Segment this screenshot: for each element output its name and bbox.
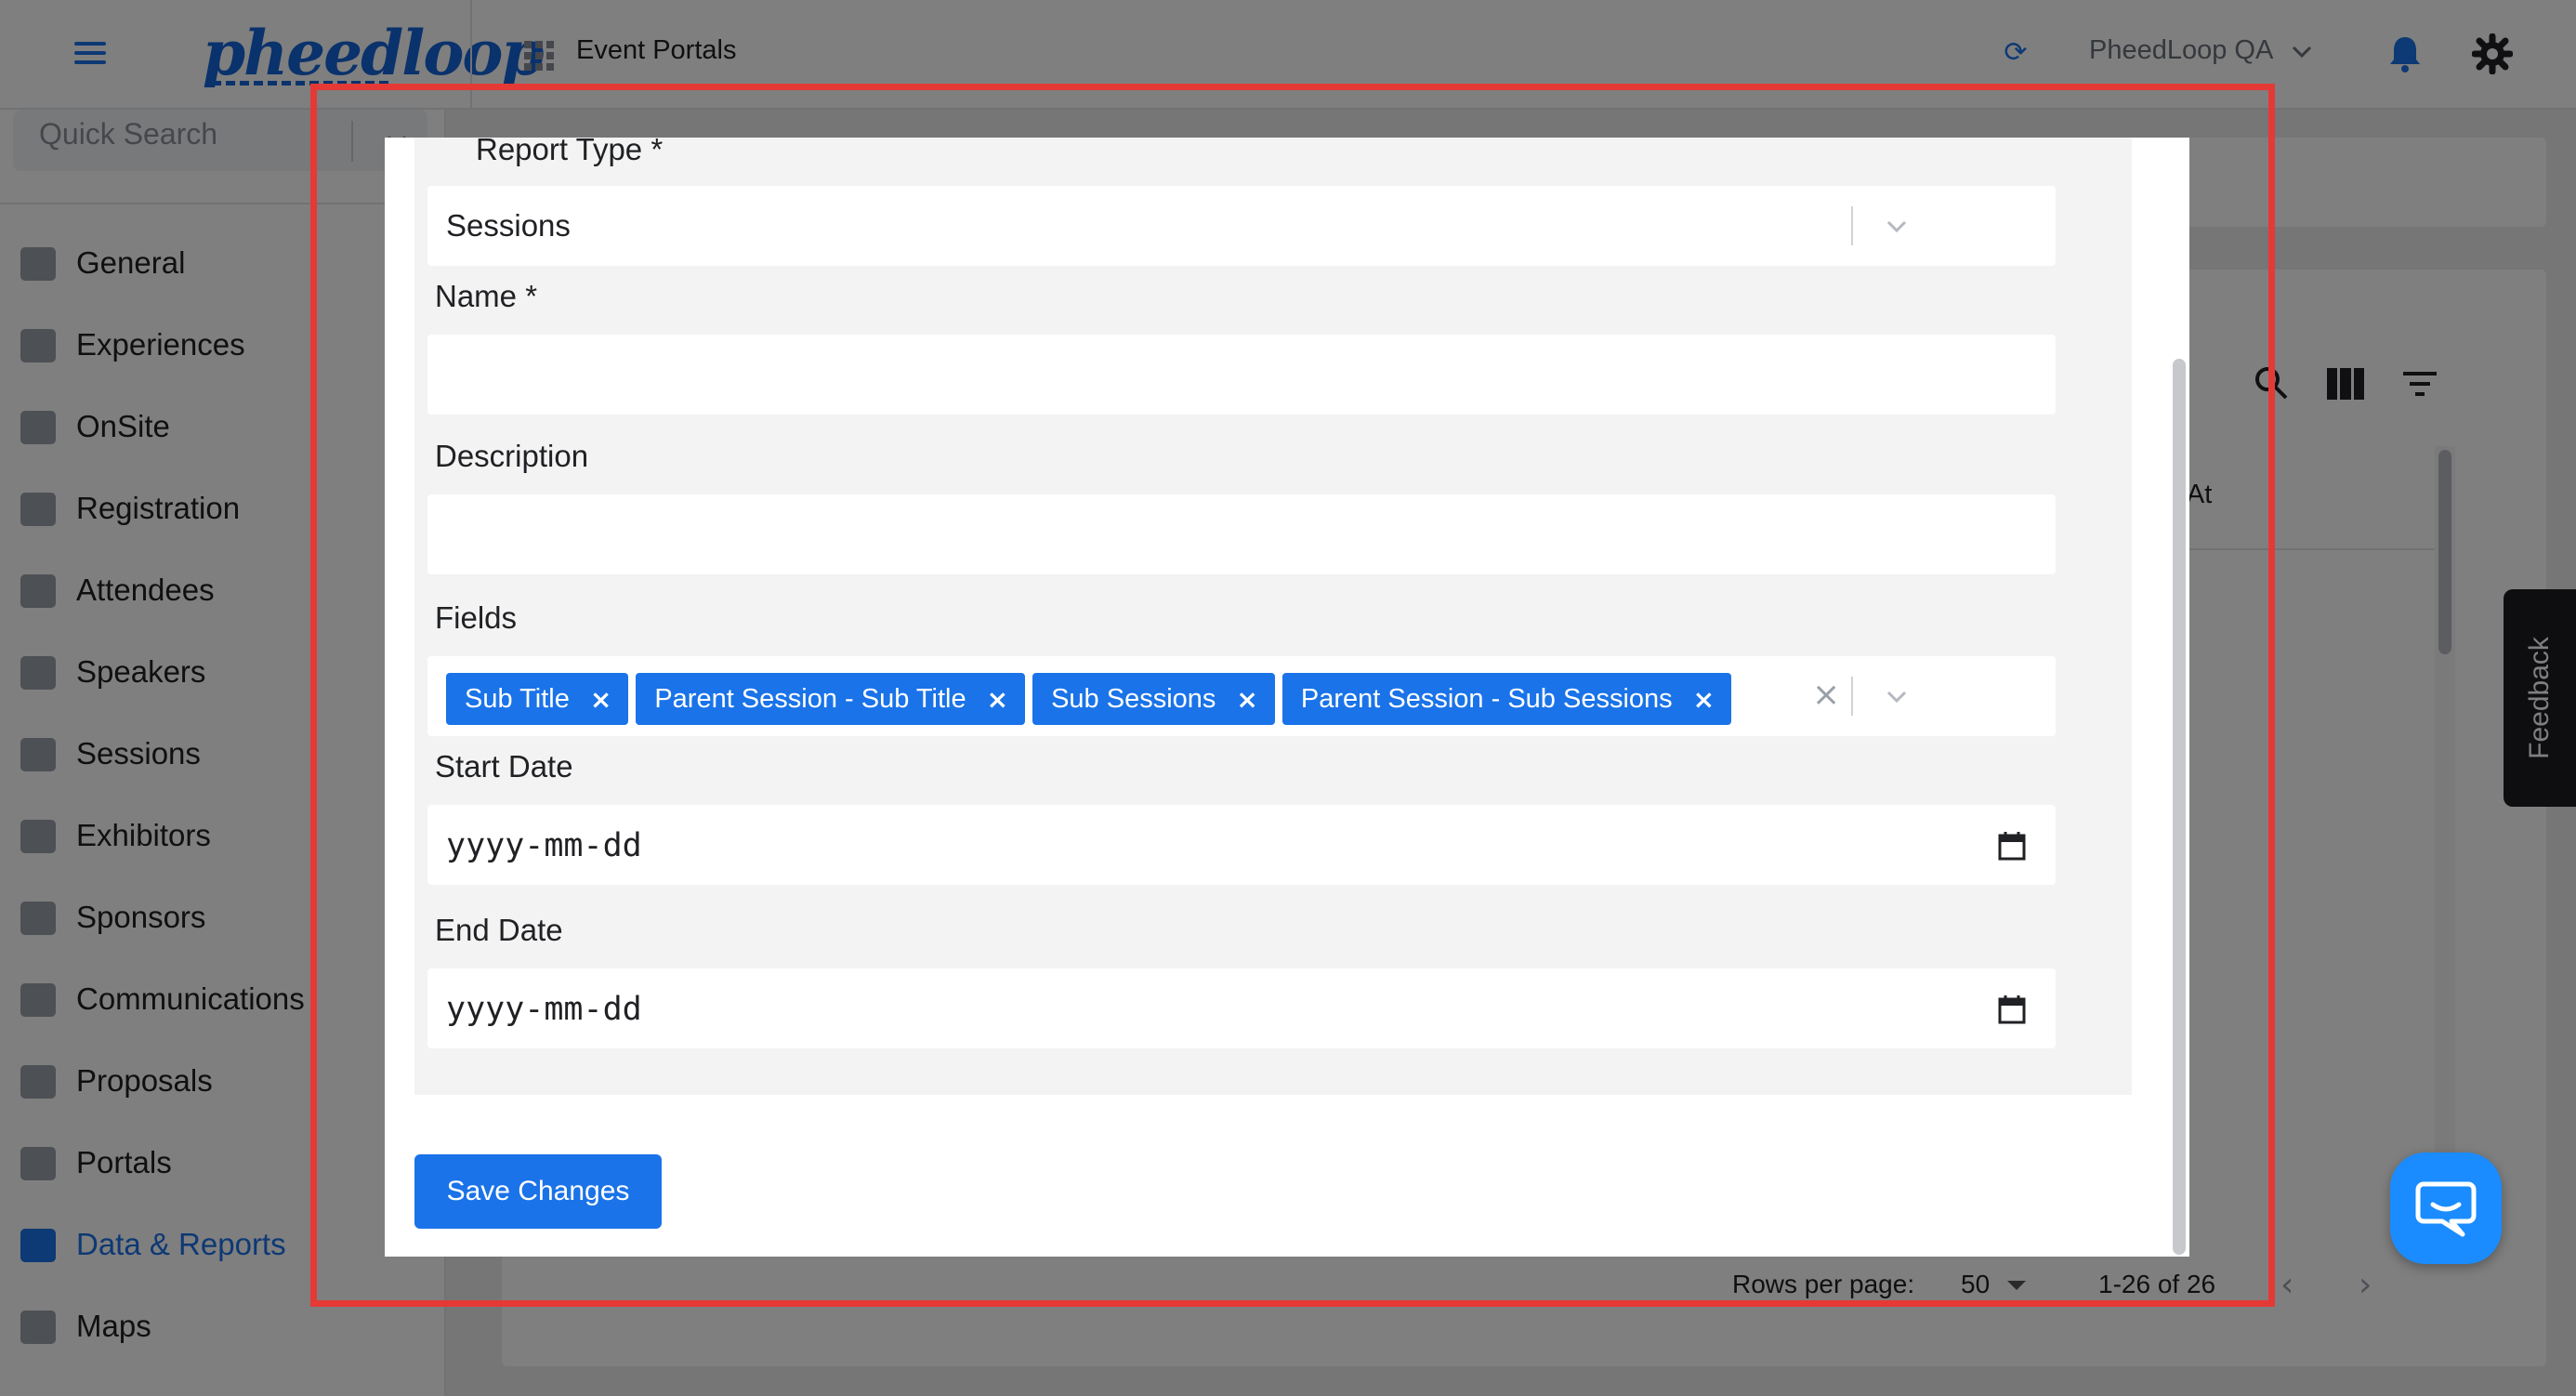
chat-launcher-button[interactable] [2390,1152,2502,1264]
highlight-annotation [310,84,2275,1307]
chat-icon [2415,1181,2477,1237]
